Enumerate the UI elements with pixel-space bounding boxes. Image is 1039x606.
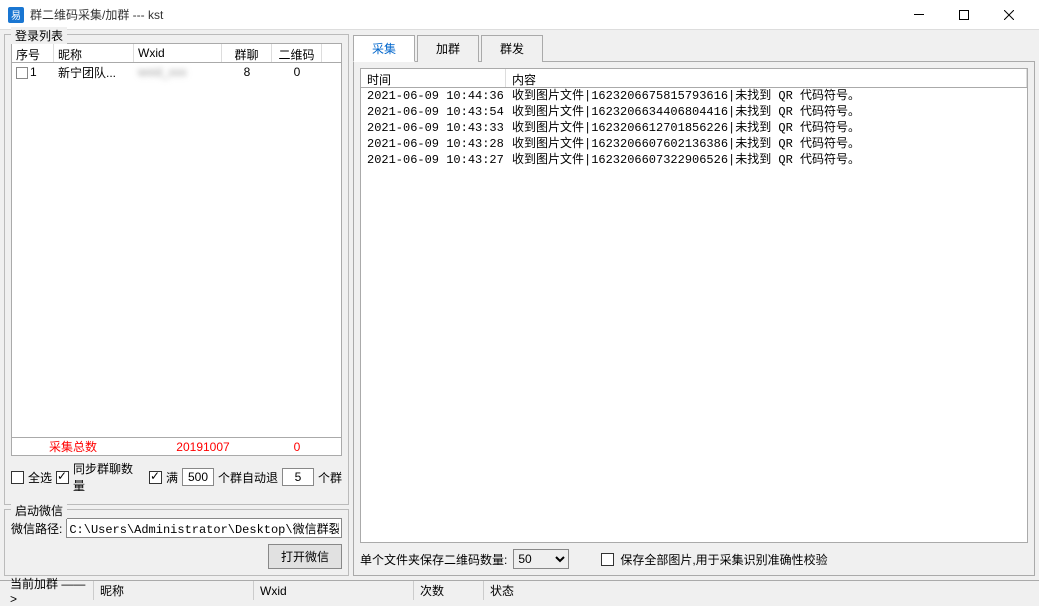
log-time: 2021-06-09 10:44:36 — [367, 88, 512, 104]
tab-content: 时间 内容 2021-06-09 10:44:36收到图片文件|16232066… — [353, 62, 1035, 576]
log-content: 收到图片文件|1623206607602136386|未找到 QR 代码符号。 — [512, 136, 1021, 152]
log-row[interactable]: 2021-06-09 10:43:54收到图片文件|16232066344068… — [361, 104, 1027, 120]
options-row: 全选 同步群聊数量 满 个群自动退 个群 — [11, 456, 342, 498]
statusbar: 当前加群 ——> 昵称 Wxid 次数 状态 — [0, 580, 1039, 600]
select-all-checkbox[interactable] — [11, 471, 24, 484]
auto-quit-label: 个群自动退 — [218, 469, 278, 486]
row-wxid: wxid_xxx — [134, 65, 222, 79]
list-row[interactable]: 1 新宁团队... wxid_xxx 8 0 — [12, 63, 341, 81]
tabs: 采集 加群 群发 — [353, 34, 1035, 62]
log-row[interactable]: 2021-06-09 10:43:28收到图片文件|16232066076021… — [361, 136, 1027, 152]
tab-mass[interactable]: 群发 — [481, 35, 543, 62]
col-nick-header[interactable]: 昵称 — [54, 44, 134, 62]
minimize-button[interactable] — [896, 0, 941, 30]
save-all-checkbox[interactable] — [601, 553, 614, 566]
tab-add[interactable]: 加群 — [417, 35, 479, 62]
log-content: 收到图片文件|1623206612701856226|未找到 QR 代码符号。 — [512, 120, 1021, 136]
full-value-input[interactable] — [182, 468, 214, 486]
row-group: 8 — [222, 65, 272, 79]
summary-row: 采集总数 20191007 0 — [11, 438, 342, 456]
auto-quit-value-input[interactable] — [282, 468, 314, 486]
log-content: 收到图片文件|1623206634406804416|未找到 QR 代码符号。 — [512, 104, 1021, 120]
sync-group-label: 同步群聊数量 — [73, 460, 145, 494]
col-wxid-header[interactable]: Wxid — [134, 44, 222, 62]
log-time: 2021-06-09 10:43:27 — [367, 152, 512, 168]
log-body[interactable]: 2021-06-09 10:44:36收到图片文件|16232066758157… — [360, 88, 1028, 543]
status-wxid: Wxid — [254, 581, 414, 600]
col-qr-header[interactable]: 二维码 — [272, 44, 322, 62]
log-row[interactable]: 2021-06-09 10:44:36收到图片文件|16232066758157… — [361, 88, 1027, 104]
summary-count: 20191007 — [134, 440, 272, 454]
row-qr: 0 — [272, 65, 322, 79]
close-button[interactable] — [986, 0, 1031, 30]
tab-collect[interactable]: 采集 — [353, 35, 415, 62]
qr-per-folder-label: 单个文件夹保存二维码数量: — [360, 551, 507, 568]
log-header: 时间 内容 — [360, 68, 1028, 88]
status-current-add: 当前加群 ——> — [4, 581, 94, 600]
status-count: 次数 — [414, 581, 484, 600]
login-list-header: 序号 昵称 Wxid 群聊 二维码 — [11, 43, 342, 63]
wechat-group: 启动微信 微信路径: 打开微信 — [4, 509, 349, 576]
col-group-header[interactable]: 群聊 — [222, 44, 272, 62]
log-time: 2021-06-09 10:43:28 — [367, 136, 512, 152]
status-nick: 昵称 — [94, 581, 254, 600]
path-input[interactable] — [66, 518, 342, 538]
bottom-row: 单个文件夹保存二维码数量: 50 保存全部图片,用于采集识别准确性校验 — [360, 543, 1028, 569]
log-content: 收到图片文件|1623206675815793616|未找到 QR 代码符号。 — [512, 88, 1021, 104]
save-all-label: 保存全部图片,用于采集识别准确性校验 — [620, 551, 827, 568]
col-seq-header[interactable]: 序号 — [12, 44, 54, 62]
login-list-title: 登录列表 — [11, 27, 67, 44]
login-list-body[interactable]: 1 新宁团队... wxid_xxx 8 0 — [11, 63, 342, 438]
maximize-button[interactable] — [941, 0, 986, 30]
wechat-title: 启动微信 — [11, 502, 67, 519]
log-row[interactable]: 2021-06-09 10:43:33收到图片文件|16232066127018… — [361, 120, 1027, 136]
log-row[interactable]: 2021-06-09 10:43:27收到图片文件|16232066073229… — [361, 152, 1027, 168]
group-suffix-label: 个群 — [318, 469, 342, 486]
full-label: 满 — [166, 469, 178, 486]
open-wechat-button[interactable]: 打开微信 — [268, 544, 342, 569]
qr-per-folder-select[interactable]: 50 — [513, 549, 569, 569]
login-list-group: 登录列表 序号 昵称 Wxid 群聊 二维码 1 新宁团队... wxid_xx… — [4, 34, 349, 505]
select-all-label: 全选 — [28, 469, 52, 486]
status-state: 状态 — [484, 581, 1035, 600]
log-content-header[interactable]: 内容 — [506, 69, 1027, 87]
row-seq: 1 — [30, 65, 37, 79]
window-controls — [896, 0, 1031, 30]
log-content: 收到图片文件|1623206607322906526|未找到 QR 代码符号。 — [512, 152, 1021, 168]
summary-label: 采集总数 — [12, 438, 134, 455]
log-time-header[interactable]: 时间 — [361, 69, 506, 87]
row-nick: 新宁团队... — [54, 64, 134, 81]
window-title: 群二维码采集/加群 --- kst — [30, 6, 896, 23]
row-checkbox[interactable] — [16, 67, 28, 79]
log-time: 2021-06-09 10:43:33 — [367, 120, 512, 136]
titlebar: 易 群二维码采集/加群 --- kst — [0, 0, 1039, 30]
summary-qr: 0 — [272, 440, 322, 454]
sync-group-checkbox[interactable] — [56, 471, 69, 484]
full-checkbox[interactable] — [149, 471, 162, 484]
app-icon: 易 — [8, 7, 24, 23]
log-time: 2021-06-09 10:43:54 — [367, 104, 512, 120]
path-label: 微信路径: — [11, 520, 62, 537]
